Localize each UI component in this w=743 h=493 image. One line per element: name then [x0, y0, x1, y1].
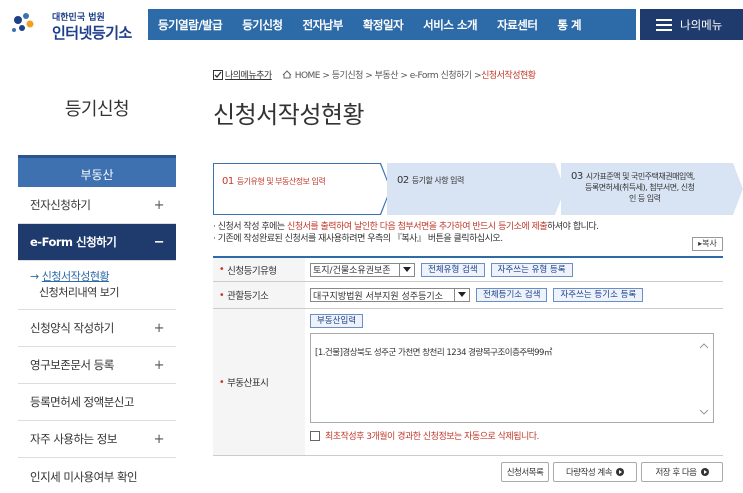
continue-bulk-button[interactable]: 다량작성 계속	[553, 462, 637, 482]
checkbox-check-icon	[213, 69, 223, 80]
progress-steps: 01 등기유형 및 부동산정보 입력 02 등기할 사항 입력 03 시가표준액 및 …	[213, 163, 743, 215]
page-title: 신청서작성현황	[213, 101, 365, 129]
header: 대한민국 법원 인터넷등기소 등기열람/발급 등기신청 전자납부 확정일자 서비…	[0, 0, 743, 50]
auto-delete-notice: 최초작성후 3개월이 경과한 신청정보는 자동으로 삭제됩니다.	[310, 429, 539, 442]
application-list-button[interactable]: 신청서목록	[501, 462, 549, 482]
application-form: • 신청등기유형 토지/건물소유권보존 전체유형 검색 자주쓰는 유형 등록 • 관…	[213, 256, 723, 456]
sidebar-submenu: → 신청서작성현황 신청처리내역 보기	[18, 261, 176, 310]
registration-type-select[interactable]: 토지/건물소유권보존	[310, 262, 415, 277]
type-label: • 신청등기유형	[213, 258, 305, 281]
plus-icon: +	[153, 320, 165, 336]
arrow-right-icon	[616, 468, 625, 476]
logo[interactable]: 대한민국 법원 인터넷등기소	[8, 4, 138, 44]
auto-delete-checkbox[interactable]	[310, 430, 320, 441]
search-all-offices-button[interactable]: 전체등기소 검색	[476, 288, 548, 302]
gnb-item-pay[interactable]: 전자납부	[293, 17, 353, 33]
chevron-down-icon	[454, 289, 467, 301]
my-menu-label: 나의메뉴	[680, 17, 723, 32]
gnb-item-apply[interactable]: 등기신청	[232, 17, 292, 33]
gnb-item-date[interactable]: 확정일자	[353, 17, 413, 33]
sidebar-head[interactable]: 부동산	[18, 155, 176, 187]
sidebar-menu: 전자신청하기 + e-Form 신청하기 − → 신청서작성현황 신청처리내역 …	[18, 187, 176, 493]
copy-button[interactable]: ▸복사	[692, 237, 723, 251]
breadcrumb-path: HOME > 등기신청 > 부동산 > e-Form 신청하기 >	[294, 71, 482, 81]
submenu-item-history[interactable]: 신청처리내역 보기	[30, 285, 176, 301]
property-label: • 부동산표시	[213, 309, 305, 455]
property-input-button[interactable]: 부동산입력	[310, 314, 364, 328]
sidebar-item-label: 자주 사용하는 정보	[30, 432, 117, 446]
plus-icon: +	[153, 431, 165, 447]
breadcrumb: 나의메뉴추가 HOME > 등기신청 > 부동산 > e-Form 신청하기 >…	[213, 68, 536, 81]
sidebar-item-label: 등록면허세 정액분신고	[30, 395, 134, 409]
my-menu-button[interactable]: 나의메뉴	[640, 9, 743, 40]
search-all-types-button[interactable]: 전체유형 검색	[421, 262, 485, 277]
breadcrumb-current: 신청서작성현황	[481, 71, 536, 81]
sidebar-item-label: 신청양식 작성하기	[30, 321, 114, 335]
registry-office-select[interactable]: 대구지방법원 서부지원 성주등기소	[310, 288, 470, 302]
property-textarea[interactable]: [1.건물]경상북도 성주군 가천면 창천리 1234 경량목구조이층주택99㎡	[310, 333, 714, 423]
notice-text: · 신청서 작성 후에는 신청서를 출력하여 날인한 다음 첨부서면을 추가하여…	[213, 222, 599, 244]
step-3: 03 시가표준액 및 국민주택채권매입액, 등록면허세(취득세), 첨부서면, 신…	[561, 163, 733, 215]
gnb-item-data[interactable]: 자료센터	[487, 17, 547, 33]
step-1: 01 등기유형 및 부동산정보 입력	[213, 163, 381, 215]
step-2: 02 등기할 사항 입력	[387, 163, 555, 215]
home-icon	[282, 70, 292, 79]
register-frequent-type-button[interactable]: 자주쓰는 유형 등록	[490, 262, 573, 277]
gnb-item-view[interactable]: 등기열람/발급	[148, 17, 232, 33]
plus-icon: +	[153, 357, 165, 373]
logo-title: 인터넷등기소	[52, 24, 132, 42]
save-next-button[interactable]: 저장 후 다음	[641, 462, 723, 482]
sidebar-item-eform[interactable]: e-Form 신청하기 −	[18, 224, 176, 261]
sidebar-item-license-tax[interactable]: 등록면허세 정액분신고	[18, 384, 176, 421]
add-favorite-link[interactable]: 나의메뉴추가	[225, 68, 272, 81]
office-label: • 관할등기소	[213, 282, 305, 308]
global-nav: 등기열람/발급 등기신청 전자납부 확정일자 서비스 소개 자료센터 통 계	[148, 9, 636, 40]
sidebar-item-label: 전자신청하기	[30, 198, 91, 212]
submenu-item-status[interactable]: → 신청서작성현황	[30, 269, 176, 285]
sidebar-item-form-write[interactable]: 신청양식 작성하기 +	[18, 310, 176, 347]
sidebar-item-stamp-tax[interactable]: 인지세 미사용여부 확인	[18, 458, 176, 493]
sidebar-title: 등기신청	[64, 99, 130, 120]
plus-icon: +	[153, 197, 165, 213]
sidebar-item-label: 영구보존문서 등록	[30, 358, 114, 372]
sidebar-item-label: 인지세 미사용여부 확인	[30, 469, 138, 484]
chevron-down-icon	[399, 263, 412, 276]
scroll-down-icon[interactable]	[699, 408, 709, 416]
arrow-right-icon	[700, 468, 709, 476]
sidebar-item-frequent[interactable]: 자주 사용하는 정보 +	[18, 421, 176, 458]
register-frequent-office-button[interactable]: 자주쓰는 등기소 등록	[553, 288, 644, 302]
sidebar-item-archive[interactable]: 영구보존문서 등록 +	[18, 347, 176, 384]
court-logo-icon	[12, 13, 34, 32]
sidebar-item-label: e-Form 신청하기	[30, 235, 117, 249]
sidebar-item-e-apply[interactable]: 전자신청하기 +	[18, 187, 176, 224]
hamburger-icon	[656, 18, 672, 31]
gnb-item-stats[interactable]: 통 계	[547, 17, 591, 33]
gnb-item-service[interactable]: 서비스 소개	[413, 17, 487, 33]
minus-icon: −	[153, 234, 165, 250]
scroll-up-icon[interactable]	[699, 342, 709, 350]
